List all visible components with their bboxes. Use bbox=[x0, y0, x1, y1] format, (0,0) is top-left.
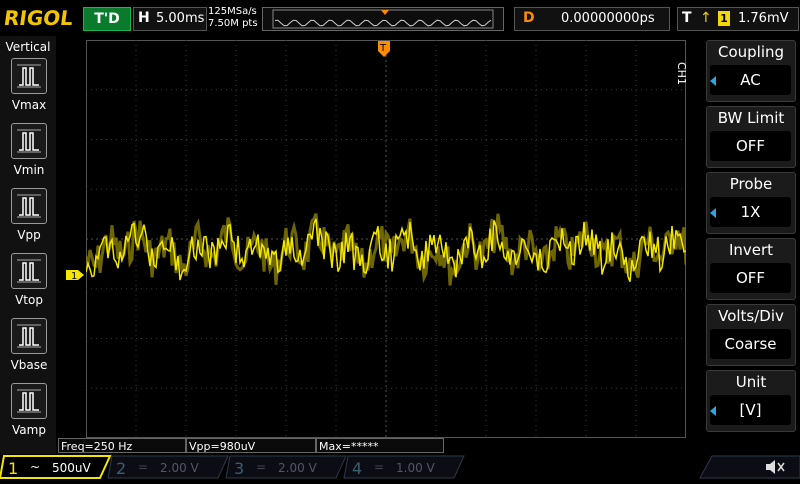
bottom-right-panel bbox=[699, 455, 800, 479]
menu-coupling[interactable]: Coupling AC bbox=[706, 40, 796, 102]
measure-item-vmin[interactable]: Vmin bbox=[11, 123, 47, 177]
timebase-value: 5.00ms bbox=[156, 11, 205, 26]
sidebar-title: Vertical bbox=[5, 40, 51, 54]
trigger-box[interactable]: T ↑ 1 1.76mV bbox=[677, 7, 799, 31]
channel-scale: 500uV bbox=[52, 461, 92, 475]
dc-coupling-icon: = bbox=[256, 460, 266, 474]
menu-invert[interactable]: Invert OFF bbox=[706, 238, 796, 300]
channel-4-status[interactable]: 4 = 1.00 V bbox=[343, 455, 465, 479]
channel-status-graphics: 1 ~500uV 2 = 2.00 V 3 = 2.00 V 4 = 1.00 V bbox=[0, 455, 800, 479]
menu-bw-limit[interactable]: BW Limit OFF bbox=[706, 106, 796, 168]
vbase-icon bbox=[11, 318, 47, 354]
channel-1-status[interactable]: 1 ~500uV bbox=[0, 455, 112, 479]
measure-item-label: Vpp bbox=[17, 228, 41, 242]
menu-volts-div[interactable]: Volts/Div Coarse bbox=[706, 304, 796, 366]
timebase-box[interactable]: H 5.00ms bbox=[133, 7, 207, 31]
trigger-marker-label: T bbox=[379, 43, 387, 54]
channel-3-status[interactable]: 3 = 2.00 V bbox=[225, 455, 347, 479]
menu-probe[interactable]: Probe 1X bbox=[706, 172, 796, 234]
trigger-level: 1.76mV bbox=[738, 11, 789, 26]
channel-status-bar: 1 ~500uV 2 = 2.00 V 3 = 2.00 V 4 = 1.00 V bbox=[0, 454, 800, 480]
delay-label: D bbox=[523, 10, 535, 26]
trigger-channel-badge: 1 bbox=[718, 11, 730, 26]
channel-scale: 2.00 V bbox=[160, 461, 200, 475]
menu-item-value: Coarse bbox=[710, 329, 791, 359]
waveform-grid bbox=[84, 40, 688, 438]
max-readout: Max=***** bbox=[316, 438, 444, 453]
vamp-icon bbox=[11, 383, 47, 419]
ch1-offset-marker[interactable]: 1 bbox=[64, 268, 86, 282]
horizontal-label: H bbox=[138, 10, 150, 26]
run-state-indicator[interactable]: T'D bbox=[83, 7, 131, 31]
menu-item-title: Coupling bbox=[717, 43, 785, 61]
vmax-icon bbox=[11, 58, 47, 94]
menu-item-value: AC bbox=[710, 65, 791, 95]
measure-item-vpp[interactable]: Vpp bbox=[11, 188, 47, 242]
measure-item-vbase[interactable]: Vbase bbox=[11, 318, 47, 372]
channel-menu-tab: CH1 bbox=[675, 40, 704, 100]
measure-item-label: Vtop bbox=[15, 293, 43, 307]
measure-item-label: Vamp bbox=[12, 423, 46, 437]
vpp-icon bbox=[11, 188, 47, 224]
memory-overview-strip[interactable] bbox=[262, 7, 504, 31]
brand-logo: RIGOL bbox=[2, 6, 75, 30]
measure-item-label: Vmax bbox=[11, 98, 47, 112]
rising-edge-icon: ↑ bbox=[700, 10, 712, 26]
ch1-marker-label: 1 bbox=[71, 271, 77, 282]
channel-tab-label: CH1 bbox=[675, 62, 688, 85]
menu-item-value: [V] bbox=[710, 395, 791, 425]
sample-rate: 125MSa/s bbox=[208, 6, 257, 17]
chevron-left-icon bbox=[710, 208, 716, 218]
memory-waveform-preview bbox=[272, 9, 494, 29]
channel-scale: 1.00 V bbox=[396, 461, 436, 475]
channel-number: 4 bbox=[352, 459, 362, 478]
delay-value: 0.00000000ps bbox=[561, 11, 655, 26]
measure-item-vamp[interactable]: Vamp bbox=[11, 383, 47, 437]
waveform-display[interactable] bbox=[84, 40, 688, 438]
chevron-left-icon bbox=[710, 406, 716, 416]
channel-2-status[interactable]: 2 = 2.00 V bbox=[107, 455, 229, 479]
dc-coupling-icon: = bbox=[374, 460, 384, 474]
memory-trigger-marker-icon bbox=[381, 10, 389, 15]
measure-item-vmax[interactable]: Vmax bbox=[11, 58, 47, 112]
chevron-left-icon bbox=[710, 76, 716, 86]
channel-number: 3 bbox=[234, 459, 244, 478]
vmin-icon bbox=[11, 123, 47, 159]
measure-item-label: Vbase bbox=[10, 358, 48, 372]
menu-item-title: BW Limit bbox=[717, 109, 785, 127]
channel-scale: 2.00 V bbox=[278, 461, 318, 475]
menu-item-title: Unit bbox=[735, 373, 767, 391]
delay-box[interactable]: D 0.00000000ps bbox=[514, 7, 670, 31]
dc-coupling-icon: = bbox=[138, 460, 148, 474]
vtop-icon bbox=[11, 253, 47, 289]
menu-unit[interactable]: Unit [V] bbox=[706, 370, 796, 432]
memory-depth: 7.50M pts bbox=[208, 18, 258, 29]
trigger-position-marker[interactable]: T bbox=[377, 40, 391, 58]
measure-item-label: Vmin bbox=[13, 163, 45, 177]
ac-coupling-icon: ~ bbox=[30, 460, 40, 474]
menu-item-title: Invert bbox=[728, 241, 774, 259]
measure-item-vtop[interactable]: Vtop bbox=[11, 253, 47, 307]
vpp-readout: Vpp=980uV bbox=[186, 438, 316, 453]
channel-number: 1 bbox=[8, 459, 18, 478]
freq-readout: Freq=250 Hz bbox=[58, 438, 186, 453]
acquisition-info: 125MSa/s 7.50M pts bbox=[208, 6, 258, 30]
trigger-label: T bbox=[682, 10, 692, 26]
menu-item-value: OFF bbox=[710, 263, 791, 293]
menu-item-title: Volts/Div bbox=[718, 307, 784, 325]
menu-item-value: 1X bbox=[710, 197, 791, 227]
menu-item-title: Probe bbox=[729, 175, 773, 193]
channel-number: 2 bbox=[116, 459, 126, 478]
menu-item-value: OFF bbox=[710, 131, 791, 161]
